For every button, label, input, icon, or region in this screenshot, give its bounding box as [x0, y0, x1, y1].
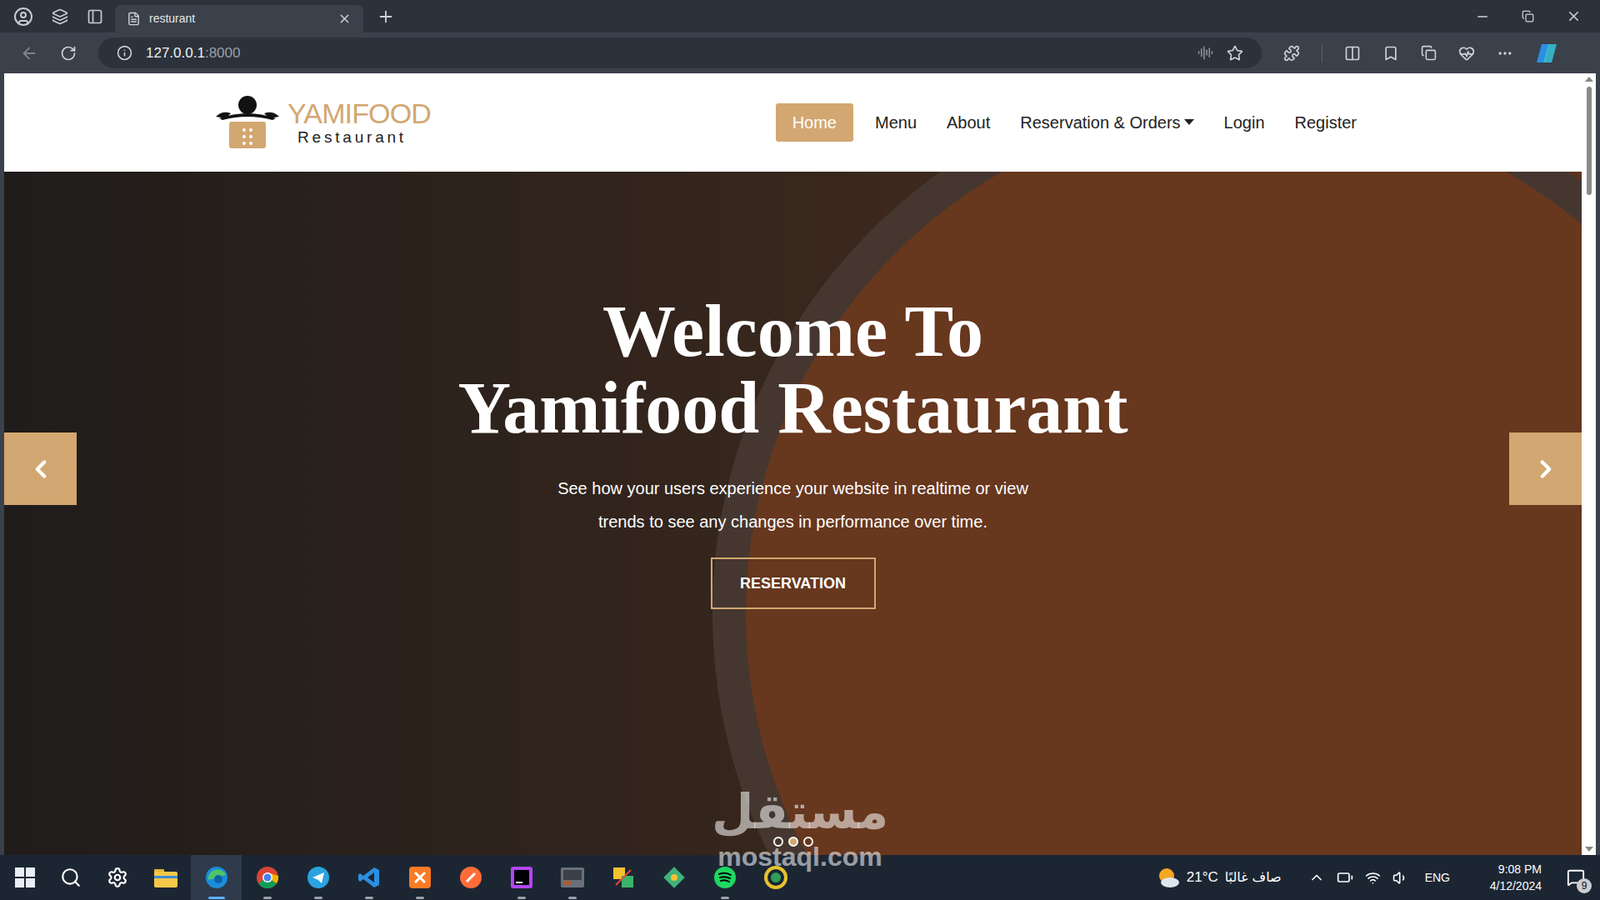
- scrollbar-thumb[interactable]: [1586, 86, 1592, 195]
- url: 127.0.0.1:8000: [145, 42, 1185, 65]
- taskbar-app[interactable]: [546, 855, 598, 900]
- browser-essentials-icon[interactable]: [1458, 45, 1475, 62]
- address-bar-row: 127.0.0.1:8000: [0, 32, 1600, 74]
- nav-item[interactable]: Register: [1286, 103, 1365, 142]
- navbar: YAMIFOODRestaurant Home Menu About Reservati…: [4, 73, 1582, 172]
- copilot-icon[interactable]: [1535, 42, 1559, 65]
- close-window-icon[interactable]: [1565, 8, 1582, 25]
- restore-icon[interactable]: [1521, 10, 1535, 23]
- carousel-dot[interactable]: [773, 836, 784, 847]
- address-field[interactable]: 127.0.0.1:8000: [98, 37, 1262, 69]
- web-page: YAMIFOODRestaurant Home Menu About Reservati…: [4, 73, 1582, 855]
- chevron-right-icon: [1531, 455, 1560, 484]
- logo-name: YAMIFOOD: [287, 98, 431, 129]
- notifications[interactable]: 9: [1561, 863, 1590, 892]
- taskbar-app[interactable]: [597, 855, 649, 900]
- page-icon: [126, 11, 141, 26]
- watermark: مستقلmostaql.com: [700, 783, 900, 874]
- nav-menu: Home Menu About Reservation & Orders Login Re…: [775, 103, 1365, 142]
- close-tab-icon[interactable]: [337, 11, 352, 26]
- reload-icon[interactable]: [60, 45, 77, 62]
- hero-carousel: Welcome ToYamifood Restaurant See how you…: [4, 171, 1582, 855]
- extensions-icon[interactable]: [1283, 45, 1300, 62]
- screen: resturant 127.0.0.1:8000 YAMIFOODRestauran…: [0, 0, 1600, 900]
- nav-item[interactable]: About: [938, 103, 999, 142]
- hero-title: Yamifood Restaurant: [457, 370, 1128, 447]
- back-icon[interactable]: [20, 44, 39, 63]
- nav-item[interactable]: Login: [1215, 103, 1274, 142]
- hidden-icons-icon[interactable]: [1308, 869, 1325, 886]
- split-screen-icon[interactable]: [1344, 45, 1361, 62]
- site-info-icon[interactable]: [116, 45, 133, 61]
- notification-count: 9: [1576, 878, 1592, 894]
- weather-icon: [1156, 866, 1180, 889]
- battery-icon[interactable]: [1336, 869, 1354, 886]
- scrollbar[interactable]: [1581, 73, 1596, 855]
- clock[interactable]: 9:08 PM4/12/2024: [1475, 860, 1542, 895]
- carousel-dot[interactable]: [803, 836, 814, 847]
- tab-title: resturant: [149, 10, 330, 28]
- browser-tab-bar: resturant: [0, 0, 1600, 33]
- taskbar-app[interactable]: [343, 855, 395, 900]
- chevron-left-icon: [26, 455, 55, 484]
- taskbar-app[interactable]: [241, 855, 293, 900]
- search-icon[interactable]: [60, 866, 82, 889]
- taskbar-app[interactable]: [140, 855, 191, 900]
- taskbar-app[interactable]: [190, 855, 242, 900]
- taskbar: 21°Cصاف غالبًا ENG 9:08 PM4/12/2024 9: [0, 855, 1600, 900]
- read-aloud-icon[interactable]: [1197, 45, 1214, 61]
- nav-item[interactable]: Reservation & Orders: [1011, 103, 1202, 142]
- nav-item[interactable]: Home: [775, 103, 854, 142]
- hero-title: Welcome To: [602, 293, 984, 370]
- prev-slide-button[interactable]: [4, 432, 77, 505]
- volume-icon[interactable]: [1392, 870, 1409, 886]
- profile-icon[interactable]: [13, 6, 34, 27]
- taskbar-app[interactable]: [699, 855, 750, 900]
- carousel-dot[interactable]: [788, 836, 799, 847]
- tab-actions-icon[interactable]: [86, 8, 104, 25]
- logo-subtitle: Restaurant: [287, 128, 431, 147]
- minimize-icon[interactable]: [1475, 9, 1490, 25]
- hero-text: trends to see any changes in performance…: [598, 505, 988, 539]
- wifi-icon[interactable]: [1365, 870, 1381, 886]
- collections-icon[interactable]: [1420, 45, 1437, 61]
- carousel-indicators: [4, 836, 1582, 847]
- taskbar-app[interactable]: [292, 855, 344, 900]
- reservation-button[interactable]: RESERVATION: [710, 557, 876, 610]
- start-button[interactable]: [15, 867, 35, 888]
- workspaces-icon[interactable]: [51, 8, 69, 25]
- taskbar-app[interactable]: [648, 855, 700, 900]
- browser-tab[interactable]: resturant: [115, 5, 364, 33]
- more-icon[interactable]: [1496, 45, 1514, 62]
- nav-item[interactable]: Menu: [866, 103, 925, 142]
- new-tab-icon[interactable]: [376, 7, 395, 26]
- taskbar-app[interactable]: [750, 855, 801, 900]
- favorite-icon[interactable]: [1226, 45, 1244, 62]
- hero-text: See how your users experience your websi…: [557, 471, 1029, 505]
- favorites-icon[interactable]: [1382, 45, 1400, 62]
- logo[interactable]: YAMIFOODRestaurant: [214, 93, 431, 152]
- language[interactable]: ENG: [1425, 869, 1450, 887]
- dropdown-caret-icon: [1184, 119, 1195, 126]
- next-slide-button[interactable]: [1509, 432, 1582, 505]
- chef-logo-icon: [214, 93, 285, 152]
- weather-widget[interactable]: 21°Cصاف غالبًا: [1156, 866, 1282, 889]
- settings-icon[interactable]: [106, 866, 129, 889]
- taskbar-app[interactable]: [394, 855, 445, 900]
- taskbar-app[interactable]: [495, 855, 547, 900]
- taskbar-app[interactable]: [445, 855, 496, 900]
